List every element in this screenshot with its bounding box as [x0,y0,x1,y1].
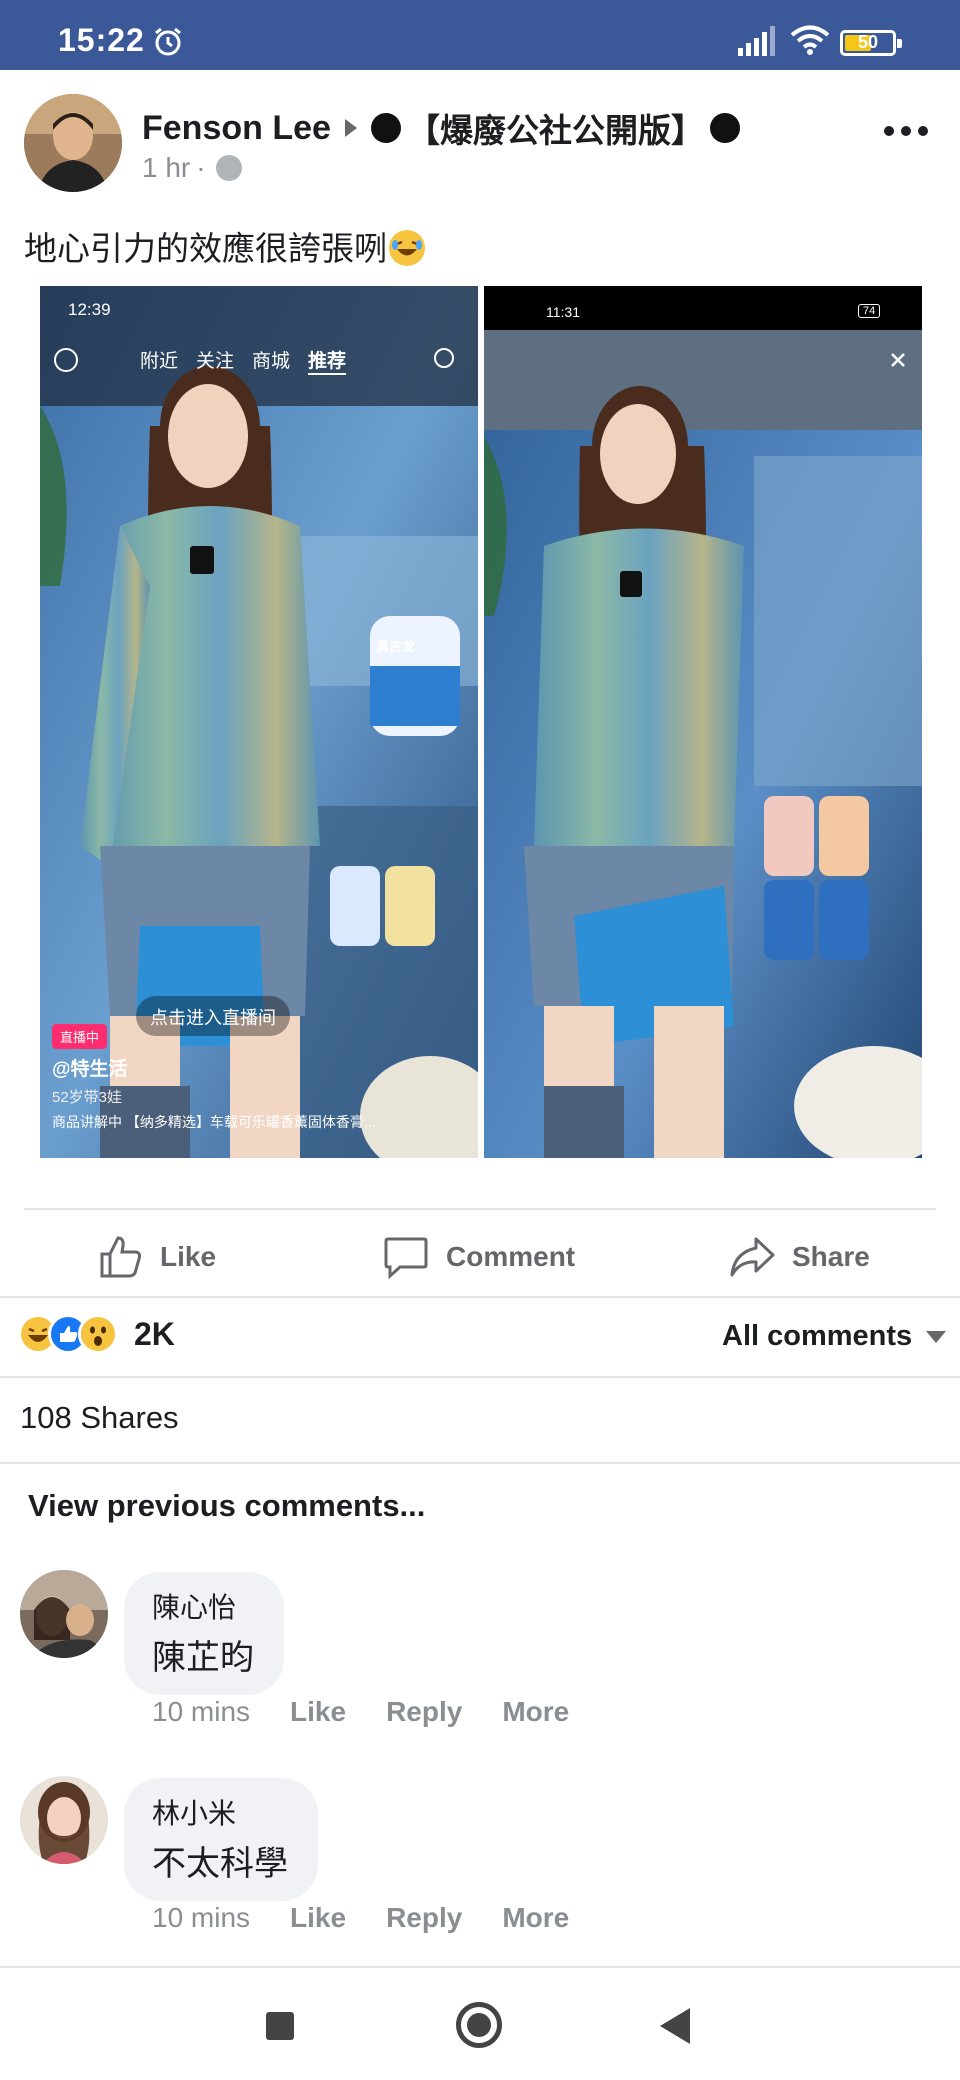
author-name[interactable]: Fenson Lee [142,109,331,148]
like-label: Like [160,1241,217,1272]
laughing-emoji-icon [389,230,425,266]
caret-right-icon [344,119,357,137]
like-button[interactable]: Like [98,1230,216,1284]
left-shot-product: 真古龙 [376,639,416,654]
post-photo-left[interactable]: 12:39 附近 关注 商城 推荐 真古龙 点击进入直播间 直播中 @特生活 5… [40,286,478,1158]
reaction-count: 2K [134,1315,175,1352]
comment-text: 不太科學 [152,1845,288,1883]
alarm-icon [155,27,181,56]
more-options-icon[interactable] [884,126,928,136]
left-shot-tab: 推荐 [308,346,347,375]
post-photo-right[interactable]: 11:31 74 [484,286,922,1158]
comment-more-button[interactable]: More [502,1902,569,1934]
post-header: Fenson Lee 【爆廢公社公開版】 [142,104,740,152]
comment-time: 10 mins [152,1902,251,1933]
battery-icon: 50 [840,30,902,56]
add-icon [54,348,78,372]
comment-bubble: 林小米 不太科學 [124,1778,318,1901]
system-nav-bar [0,1966,960,2080]
post-text-content: 地心引力的效應很誇張咧 [24,230,387,267]
divider [24,1208,936,1210]
post-time[interactable]: 1 hr [142,152,190,184]
left-shot-tab: 商城 [252,351,291,372]
comment-icon [384,1237,428,1280]
right-shot-time: 11:31 [546,304,580,320]
share-button[interactable]: Share [728,1230,870,1284]
comment-like-button[interactable]: Like [290,1902,346,1934]
comment-label: Comment [446,1241,576,1272]
left-shot-tab: 关注 [196,351,235,372]
commenter-name[interactable]: 陳心怡 [152,1586,254,1626]
reactions-summary[interactable]: 2K [18,1314,175,1354]
right-shot-battery: 74 [858,304,881,318]
all-comments-label: All comments [722,1320,913,1352]
view-previous-comments[interactable]: View previous comments... [28,1488,425,1524]
shares-count[interactable]: 108 Shares [20,1400,179,1436]
meta-separator: · [196,152,206,183]
share-arrow-icon [730,1237,775,1277]
left-shot-cta: 点击进入直播间 [136,996,290,1036]
signal-icon [738,26,775,56]
battery-level: 50 [857,32,879,52]
comment-reply-button[interactable]: Reply [386,1902,462,1934]
caret-down-icon [926,1330,947,1343]
all-comments-dropdown[interactable]: All comments [722,1320,947,1353]
divider [0,1296,960,1298]
thumbs-up-icon [100,1236,142,1278]
commenter-avatar[interactable] [20,1776,108,1864]
comment-reply-button[interactable]: Reply [386,1696,462,1728]
search-icon [434,348,454,368]
post-text: 地心引力的效應很誇張咧 [24,222,425,270]
close-icon [891,353,905,367]
comment-text: 陳芷昀 [152,1639,254,1677]
author-avatar[interactable] [24,94,122,192]
home-button[interactable] [456,2002,502,2048]
globe-icon [215,155,242,181]
comment-meta: 10 mins Like Reply More [152,1902,609,1934]
status-bar: 15:22 50 [0,0,960,70]
left-shot-handle: @特生活 [52,1059,128,1080]
group-name[interactable]: 【爆廢公社公開版】 [407,104,704,152]
commenter-name[interactable]: 林小米 [152,1792,288,1832]
share-label: Share [792,1241,870,1272]
wifi-icon [790,25,830,55]
comment-more-button[interactable]: More [502,1696,569,1728]
divider [0,1376,960,1378]
status-time: 15:22 [58,22,145,58]
left-shot-tabs: 附近 关注 商城 推荐 [140,346,347,375]
recent-apps-button[interactable] [266,2012,294,2040]
wow-reaction-icon [78,1314,118,1354]
back-button[interactable] [660,2008,690,2044]
live-badge: 直播中 [52,1024,108,1049]
left-shot-subtitle: 52岁带3娃 [52,1089,123,1106]
commenter-avatar[interactable] [20,1570,108,1658]
left-shot-tab: 附近 [140,351,179,372]
left-shot-ticker: 商品讲解中 【纳多精选】车载可乐罐香薰固体香膏... [52,1114,376,1130]
left-shot-time: 12:39 [68,300,111,319]
group-dot-icon [709,113,740,143]
comment-bubble: 陳心怡 陳芷昀 [124,1572,284,1695]
group-dot-icon [370,113,401,143]
comment-meta: 10 mins Like Reply More [152,1696,609,1728]
comment-time: 10 mins [152,1696,251,1727]
post-meta: 1 hr · [142,152,242,184]
comment-like-button[interactable]: Like [290,1696,346,1728]
comment-button[interactable]: Comment [382,1230,575,1284]
divider [0,1462,960,1464]
